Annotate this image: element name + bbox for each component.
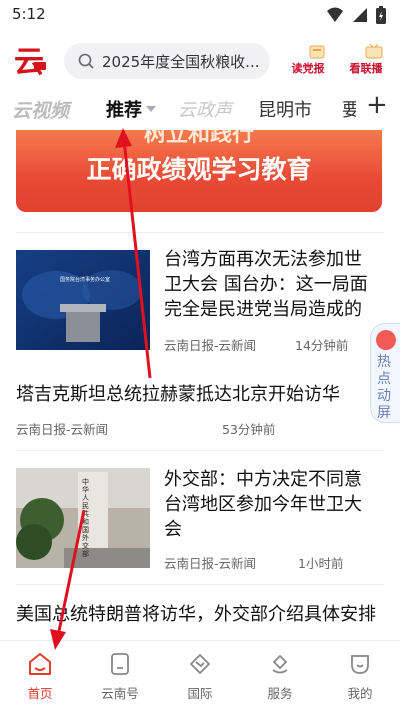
tab-yunzheng[interactable]: 云政声: [178, 96, 232, 122]
profile-icon: [351, 655, 369, 674]
status-time: 5:12: [12, 5, 46, 23]
search-bar[interactable]: 2025年度全国秋粮收...: [64, 43, 270, 79]
header: 云 2025年度全国秋粮收... 读党报 看联播: [0, 30, 400, 90]
nav-service[interactable]: 服务: [250, 651, 310, 707]
divider: [16, 584, 384, 585]
nav-yunnan-hao-label: 云南号: [101, 686, 139, 701]
news-title: 美国总统特朗普将访华，外交部介绍具体安排: [16, 604, 376, 625]
status-icons: [326, 6, 386, 24]
battery-icon: [376, 6, 386, 24]
tab-video[interactable]: 云视频: [12, 96, 69, 123]
search-placeholder: 2025年度全国秋粮收...: [102, 52, 260, 71]
nav-mine[interactable]: 我的: [330, 651, 390, 707]
signal-icon: [353, 8, 367, 22]
bottom-nav: 首页 云南号 国际 服务 我的: [0, 640, 400, 711]
nav-international-label: 国际: [187, 686, 213, 701]
divider: [16, 450, 384, 451]
nav-service-label: 服务: [267, 686, 293, 701]
watch-news-label: 看联播: [349, 62, 383, 75]
nav-international[interactable]: 国际: [170, 651, 230, 707]
news-title: 外交部：中方决定不同意台湾地区参加今年世卫大会: [164, 469, 362, 540]
nav-home[interactable]: 首页: [10, 651, 70, 707]
banner-top-text: 树立和践行: [143, 130, 254, 147]
read-party-paper-label: 读党报: [291, 62, 325, 75]
service-icon: [272, 654, 288, 674]
news-thumbnail: 国务院台湾事务办公室: [16, 250, 150, 350]
watch-news-button[interactable]: 看联播: [346, 44, 386, 76]
news-title: 塔吉克斯坦总统拉赫蒙抵达北京开始访华: [16, 384, 340, 405]
tab-recommend[interactable]: 推荐: [106, 96, 142, 122]
promo-banner[interactable]: 树立和践行 正确政绩观学习教育: [16, 130, 382, 212]
news-time: 1小时前: [298, 556, 344, 571]
read-party-paper-button[interactable]: 读党报: [288, 44, 328, 76]
news-source: 云南日报-云新闻: [16, 422, 109, 437]
news-time: 14分钟前: [295, 338, 349, 353]
news-source: 云南日报-云新闻: [164, 556, 257, 571]
banner-main-text: 正确政绩观学习教育: [86, 155, 312, 184]
news-title: 台湾方面再次无法参加世卫大会 国台办：这一局面完全是民进党当局造成的: [164, 249, 368, 320]
tab-kunming[interactable]: 昆明市: [258, 96, 312, 122]
nav-yunnan-hao[interactable]: 云南号: [90, 651, 150, 707]
status-bar: 5:12: [0, 0, 400, 30]
channel-tabs: 云视频 推荐 云政声 昆明市 要 +: [0, 88, 400, 128]
add-channel-button[interactable]: +: [366, 90, 388, 120]
news-thumbnail-caption: 国务院台湾事务办公室: [60, 277, 111, 283]
search-icon: [78, 53, 94, 69]
app-logo-icon[interactable]: 云: [12, 42, 50, 80]
news-source: 云南日报-云新闻: [164, 338, 257, 353]
nav-home-label: 首页: [27, 686, 53, 701]
hot-spot-label: 热点动屏: [377, 354, 391, 421]
divider: [16, 232, 384, 233]
home-icon: [29, 653, 51, 675]
yunnan-hao-icon: [111, 653, 129, 675]
news-thumbnail-caption: 中华人民共和国外交部: [82, 478, 89, 558]
hot-spot-tab[interactable]: 热点动屏: [370, 323, 400, 423]
nav-mine-label: 我的: [347, 686, 373, 701]
tab-partial[interactable]: 要: [342, 96, 356, 122]
globe-icon: [189, 653, 211, 675]
wifi-icon: [327, 7, 343, 22]
chevron-down-icon[interactable]: [146, 106, 156, 112]
news-thumbnail: 中华人民共和国外交部: [16, 468, 150, 568]
news-time: 53分钟前: [222, 422, 276, 437]
flame-icon: [376, 330, 396, 350]
